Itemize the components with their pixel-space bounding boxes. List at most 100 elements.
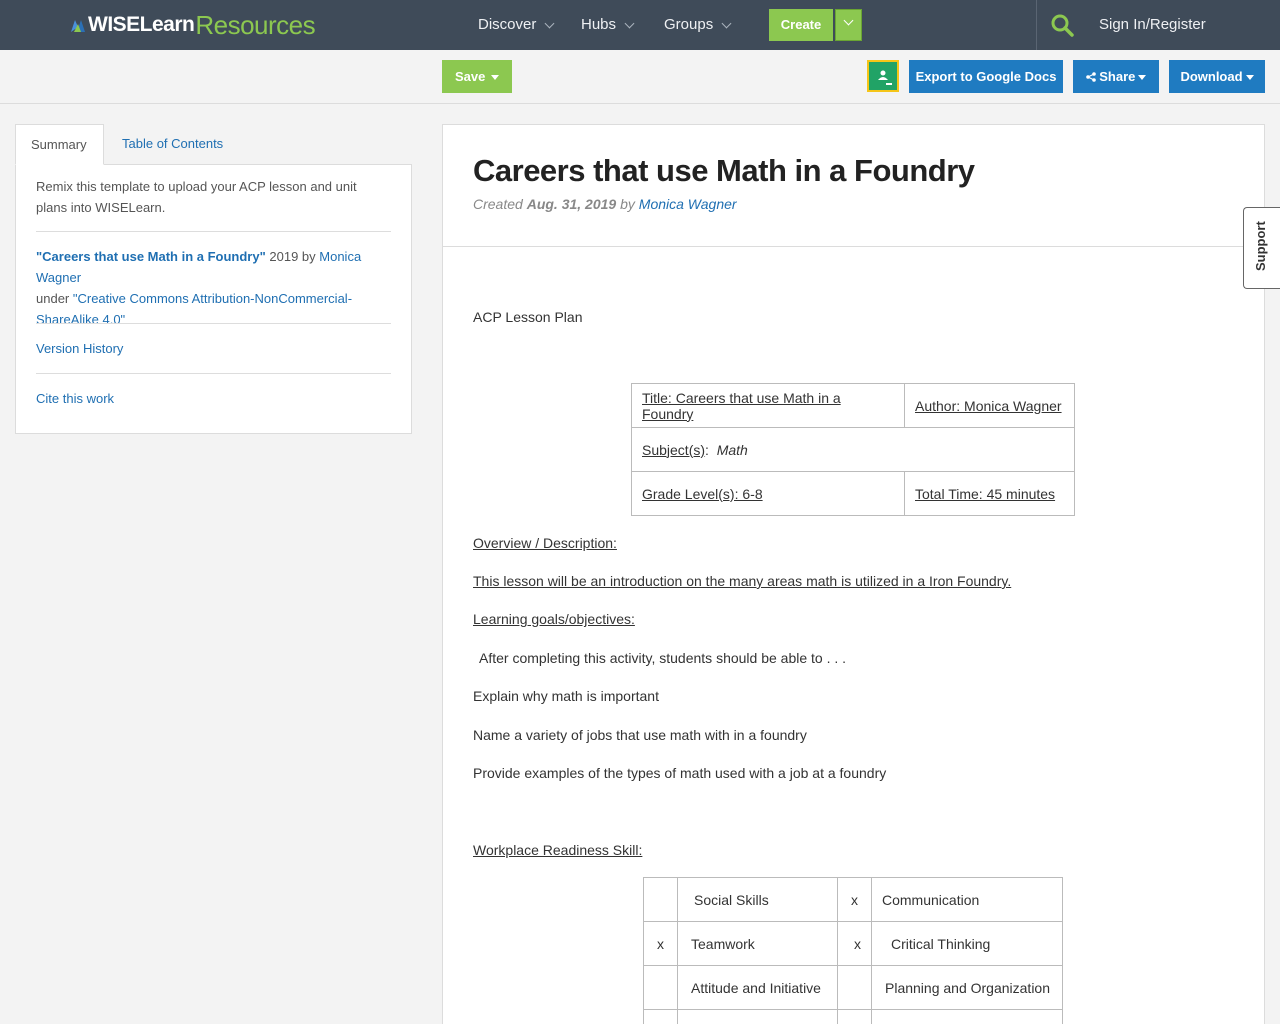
skill-mark	[837, 1009, 872, 1024]
top-navbar: WISELearn Resources Discover Hubs Groups…	[0, 0, 1280, 50]
nav-groups-label: Groups	[664, 16, 714, 33]
skill-mark	[643, 877, 678, 922]
skill-name: Social Skills	[677, 877, 838, 922]
summary-description: Remix this template to upload your ACP l…	[36, 179, 357, 215]
info-grade: Grade Level(s): 6-8	[642, 485, 763, 502]
sign-in-register-link[interactable]: Sign In/Register	[1099, 0, 1206, 50]
summary-panel: Remix this template to upload your ACP l…	[15, 164, 412, 434]
divider	[443, 246, 1264, 247]
search-icon[interactable]	[1050, 13, 1074, 37]
sidebar-tabs: Summary Table of Contents	[15, 124, 412, 165]
nav-hubs-label: Hubs	[581, 16, 617, 33]
skill-name: Planning and Organization	[871, 965, 1063, 1010]
divider	[36, 323, 391, 324]
info-subject-cell: Subject(s): Math	[631, 427, 1075, 472]
skill-name: Teamwork	[677, 921, 838, 966]
created-meta: Created Aug. 31, 2019 by Monica Wagner	[473, 196, 737, 212]
share-button-label: Share	[1099, 69, 1136, 84]
skill-name	[871, 1009, 1063, 1024]
share-button[interactable]: Share	[1073, 60, 1159, 93]
doc-type: ACP Lesson Plan	[473, 309, 583, 325]
table-row: x Teamwork x Critical Thinking	[643, 921, 1063, 966]
goals-intro: After completing this activity, students…	[479, 650, 847, 666]
page-title: Careers that use Math in a Foundry	[473, 153, 975, 188]
info-author-cell: Author: Monica Wagner	[904, 383, 1075, 428]
share-icon	[1085, 72, 1096, 82]
goal-item: Name a variety of jobs that use math wit…	[473, 727, 807, 743]
info-author: Author: Monica Wagner	[915, 397, 1062, 414]
attribution-year-by: 2019 by	[265, 249, 320, 264]
attribution-title-link[interactable]: "Careers that use Math in a Foundry"	[36, 249, 266, 264]
skill-name: Critical Thinking	[871, 921, 1063, 966]
skills-heading: Workplace Readiness Skill:	[473, 842, 643, 858]
nav-discover[interactable]: Discover	[478, 0, 555, 50]
license-link[interactable]: "Creative Commons Attribution-NonCommerc…	[36, 291, 352, 327]
nav-discover-label: Discover	[478, 16, 537, 33]
attribution-under: under	[36, 291, 73, 306]
wiselearn-logo[interactable]: WISELearn Resources	[70, 9, 316, 40]
skill-mark	[643, 1009, 678, 1024]
support-tab[interactable]: Support	[1243, 207, 1280, 289]
chevron-down-icon	[843, 15, 854, 26]
skill-name: Communication	[871, 877, 1063, 922]
skill-name: Attitude and Initiative	[677, 965, 838, 1010]
table-row: Social Skills x Communication	[643, 877, 1063, 922]
export-google-docs-button[interactable]: Export to Google Docs	[909, 60, 1063, 93]
overview-text: This lesson will be an introduction on t…	[473, 573, 1012, 589]
tab-summary[interactable]: Summary	[15, 124, 104, 165]
chevron-down-icon	[721, 18, 732, 28]
download-button[interactable]: Download	[1169, 60, 1265, 93]
goal-item: Explain why math is important	[473, 688, 659, 704]
info-title-cell: Title: Careers that use Math in a Foundr…	[631, 383, 905, 428]
skill-name	[677, 1009, 838, 1024]
google-classroom-glyph	[872, 66, 894, 85]
skill-mark: x	[643, 921, 678, 966]
version-history-link[interactable]: Version History	[36, 341, 123, 356]
tab-table-of-contents[interactable]: Table of Contents	[107, 124, 238, 165]
goal-item: Provide examples of the types of math us…	[473, 765, 887, 781]
caret-down-icon	[1138, 75, 1147, 81]
logo-mark-icon	[71, 20, 85, 32]
google-classroom-icon[interactable]	[867, 60, 899, 92]
lesson-info-table: Title: Careers that use Math in a Foundr…	[631, 383, 1075, 516]
resource-toolbar: Save Export to Google Docs Share Downloa…	[0, 50, 1280, 104]
support-label: Support	[1253, 221, 1268, 271]
nav-divider	[1036, 0, 1037, 50]
save-button[interactable]: Save	[442, 60, 512, 93]
info-time: Total Time: 45 minutes	[915, 485, 1056, 502]
divider	[36, 373, 391, 374]
chevron-down-icon	[624, 18, 635, 28]
logo-wise-text: WISELearn	[88, 13, 195, 36]
chevron-down-icon	[544, 18, 555, 28]
divider	[36, 231, 391, 232]
info-grade-cell: Grade Level(s): 6-8	[631, 471, 905, 516]
info-time-cell: Total Time: 45 minutes	[904, 471, 1075, 516]
info-subject-value: Math	[716, 441, 748, 458]
skill-mark: x	[837, 921, 872, 966]
info-title: Title: Careers that use Math in a Foundr…	[642, 389, 841, 422]
nav-hubs[interactable]: Hubs	[581, 0, 635, 50]
table-row: Attitude and Initiative Planning and Org…	[643, 965, 1063, 1010]
create-button[interactable]: Create	[769, 9, 833, 41]
created-label: Created	[473, 196, 527, 212]
created-by: by	[616, 196, 639, 212]
nav-groups[interactable]: Groups	[664, 0, 732, 50]
cite-work-link[interactable]: Cite this work	[36, 391, 114, 406]
author-link[interactable]: Monica Wagner	[639, 196, 737, 212]
logo-resources-text: Resources	[195, 9, 316, 40]
skill-mark: x	[837, 877, 872, 922]
workplace-skills-table: Social Skills x Communication x Teamwork…	[643, 877, 1063, 1024]
resource-content: Careers that use Math in a Foundry Creat…	[442, 124, 1265, 1024]
goals-heading: Learning goals/objectives:	[473, 611, 635, 627]
skill-mark	[643, 965, 678, 1010]
save-button-label: Save	[455, 69, 486, 84]
overview-heading: Overview / Description:	[473, 535, 617, 551]
create-dropdown-toggle[interactable]	[835, 9, 862, 41]
table-row	[643, 1009, 1063, 1024]
download-button-label: Download	[1180, 69, 1243, 84]
info-subject-label: Subject(s)	[642, 441, 706, 458]
skill-mark	[837, 965, 872, 1010]
attribution: "Careers that use Math in a Foundry" 201…	[36, 246, 396, 330]
caret-down-icon	[1245, 75, 1254, 81]
caret-down-icon	[491, 75, 500, 81]
